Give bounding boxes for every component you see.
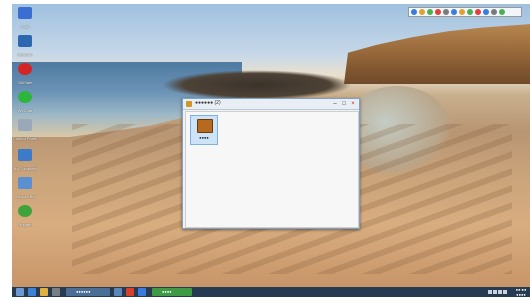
rocks <box>162 70 352 100</box>
tray-app-icon[interactable] <box>435 9 441 15</box>
desktop-icon-network[interactable]: Network <box>12 34 38 57</box>
desktop-icon-user-folder[interactable]: Recycle Bin <box>12 176 38 199</box>
screen: Lilab Network 360Safe WeChat Control Pan… <box>0 0 530 301</box>
app-icon <box>18 205 32 217</box>
control-panel-icon <box>18 119 32 131</box>
desktop-icon-label: Lilab <box>20 24 30 29</box>
chat-app-icon <box>18 91 32 103</box>
notification-icon[interactable] <box>503 290 507 294</box>
monitor-icon <box>197 119 213 133</box>
desktop-icon-label: 360Safe <box>17 80 33 85</box>
system-tray[interactable] <box>488 290 510 294</box>
desktop-icon-label: WeChat <box>17 108 33 113</box>
desktop-icon-document[interactable]: My Computer <box>12 148 38 171</box>
user-folder-icon <box>18 177 32 189</box>
explorer-icon[interactable] <box>40 288 48 296</box>
clock[interactable]: ●●:●● ●●●● <box>512 287 530 297</box>
desktop-icon-computer[interactable]: Lilab <box>12 6 38 29</box>
document-icon <box>18 149 32 161</box>
window-content[interactable]: ●●●● <box>185 111 359 228</box>
folder-icon[interactable] <box>114 288 122 296</box>
floating-toolbar[interactable] <box>408 7 522 17</box>
desktop-icon-app[interactable]: Program <box>12 204 38 227</box>
browser-icon[interactable] <box>126 288 134 296</box>
tray-app-icon[interactable] <box>467 9 473 15</box>
tray-app-icon[interactable] <box>475 9 481 15</box>
maximize-button[interactable]: □ <box>340 100 348 108</box>
volume-icon[interactable] <box>488 290 492 294</box>
tray-app-icon[interactable] <box>427 9 433 15</box>
desktop-icon-antivirus[interactable]: 360Safe <box>12 62 38 85</box>
tray-app-icon[interactable] <box>499 9 505 15</box>
start-icon[interactable] <box>16 288 24 296</box>
tray-app-icon[interactable] <box>483 9 489 15</box>
tray-app-icon[interactable] <box>443 9 449 15</box>
desktop-icon-label: Control Panel <box>12 136 38 141</box>
computer-icon <box>18 7 32 19</box>
desktop-icon-label: Program <box>17 222 33 227</box>
file-item-label: ●●●● <box>199 135 209 140</box>
close-button[interactable]: × <box>349 100 357 108</box>
desktop-icon-label: Recycle Bin <box>14 194 36 199</box>
desktop-icon-label: My Computer <box>12 166 37 171</box>
tray-app-icon[interactable] <box>411 9 417 15</box>
folder-icon <box>186 101 192 107</box>
tray-app-icon[interactable] <box>451 9 457 15</box>
network-status-icon[interactable] <box>493 290 497 294</box>
tray-app-icon[interactable] <box>491 9 497 15</box>
cliff <box>344 24 530 84</box>
desktop-icon-control-panel[interactable]: Control Panel <box>12 118 38 141</box>
desktop-icon-label: Network <box>17 52 33 57</box>
browser-icon[interactable] <box>138 288 146 296</box>
language-icon[interactable] <box>498 290 502 294</box>
antivirus-icon <box>18 63 32 75</box>
taskbar-app-button[interactable]: ●●●● <box>152 288 192 296</box>
explorer-window[interactable]: ●●●●●● (2) – □ × ●●●● <box>182 98 360 229</box>
ie-icon[interactable] <box>28 288 36 296</box>
desktop-icon-chat[interactable]: WeChat <box>12 90 38 113</box>
clock-date: ●●●● <box>516 292 526 297</box>
network-icon <box>18 35 32 47</box>
window-titlebar[interactable]: ●●●●●● (2) – □ × <box>183 99 359 110</box>
taskbar: ●●●●●● ●●●● ●●:●● ●●●● <box>12 287 530 297</box>
file-item[interactable]: ●●●● <box>190 115 218 145</box>
tray-app-icon[interactable] <box>419 9 425 15</box>
taskbar-window-button[interactable]: ●●●●●● <box>66 288 110 296</box>
minimize-button[interactable]: – <box>331 100 339 108</box>
tray-app-icon[interactable] <box>459 9 465 15</box>
window-title: ●●●●●● (2) <box>195 100 221 106</box>
cmd-icon[interactable] <box>52 288 60 296</box>
